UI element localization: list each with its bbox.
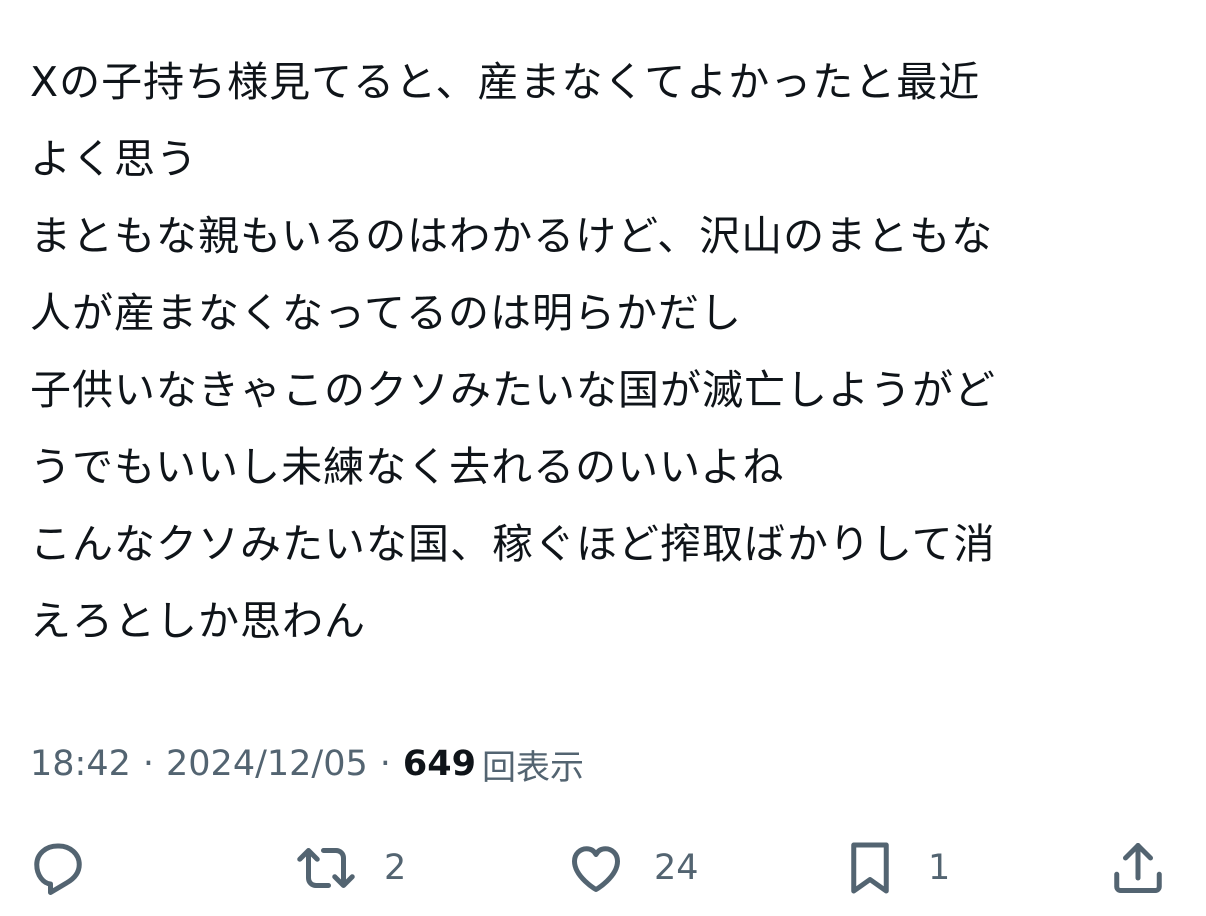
tweet-text-line: 人が産まなくなってるのは明らかだし (30, 289, 742, 337)
repost-icon (296, 838, 356, 898)
tweet-date[interactable]: 2024/12/05 (166, 744, 368, 784)
tweet-text-line: Xの子持ち様見てると、産まなくてよかったと最近 (30, 58, 981, 106)
reply-icon (28, 838, 88, 898)
bookmark-icon (840, 838, 900, 898)
meta-separator: · (142, 744, 155, 784)
meta-separator: · (379, 744, 391, 784)
tweet-text: Xの子持ち様見てると、産まなくてよかったと最近 よく思う まともな親もいるのはわ… (30, 44, 1180, 660)
repost-button[interactable]: 2 (296, 832, 406, 904)
heart-icon (566, 838, 626, 898)
tweet-text-line: うでもいいし未練なく去れるのいいよね (30, 443, 785, 491)
tweet-text-line: よく思う (30, 135, 198, 183)
tweet-text-line: えろとしか思わん (30, 597, 366, 645)
views-label[interactable]: 回表示 (482, 740, 584, 789)
bookmark-count: 1 (928, 848, 951, 888)
tweet-meta: 18:42 · 2024/12/05 · 649 回表示 (30, 738, 584, 790)
action-bar: 2 24 1 (0, 832, 1206, 904)
tweet-text-line: まともな親もいるのはわかるけど、沢山のまともな (30, 212, 994, 260)
views-count[interactable]: 649 (403, 744, 476, 784)
bookmark-button[interactable]: 1 (840, 832, 950, 904)
repost-count: 2 (384, 848, 407, 888)
like-button[interactable]: 24 (566, 832, 699, 904)
tweet-text-line: こんなクソみたいな国、稼ぐほど搾取ばかりして消 (30, 520, 996, 568)
share-button[interactable] (1108, 832, 1168, 904)
like-count: 24 (654, 848, 699, 888)
share-icon (1108, 838, 1168, 898)
tweet-time[interactable]: 18:42 (30, 744, 131, 784)
tweet-text-line: 子供いなきゃこのクソみたいな国が滅亡しようがど (30, 366, 996, 414)
reply-button[interactable] (28, 832, 88, 904)
